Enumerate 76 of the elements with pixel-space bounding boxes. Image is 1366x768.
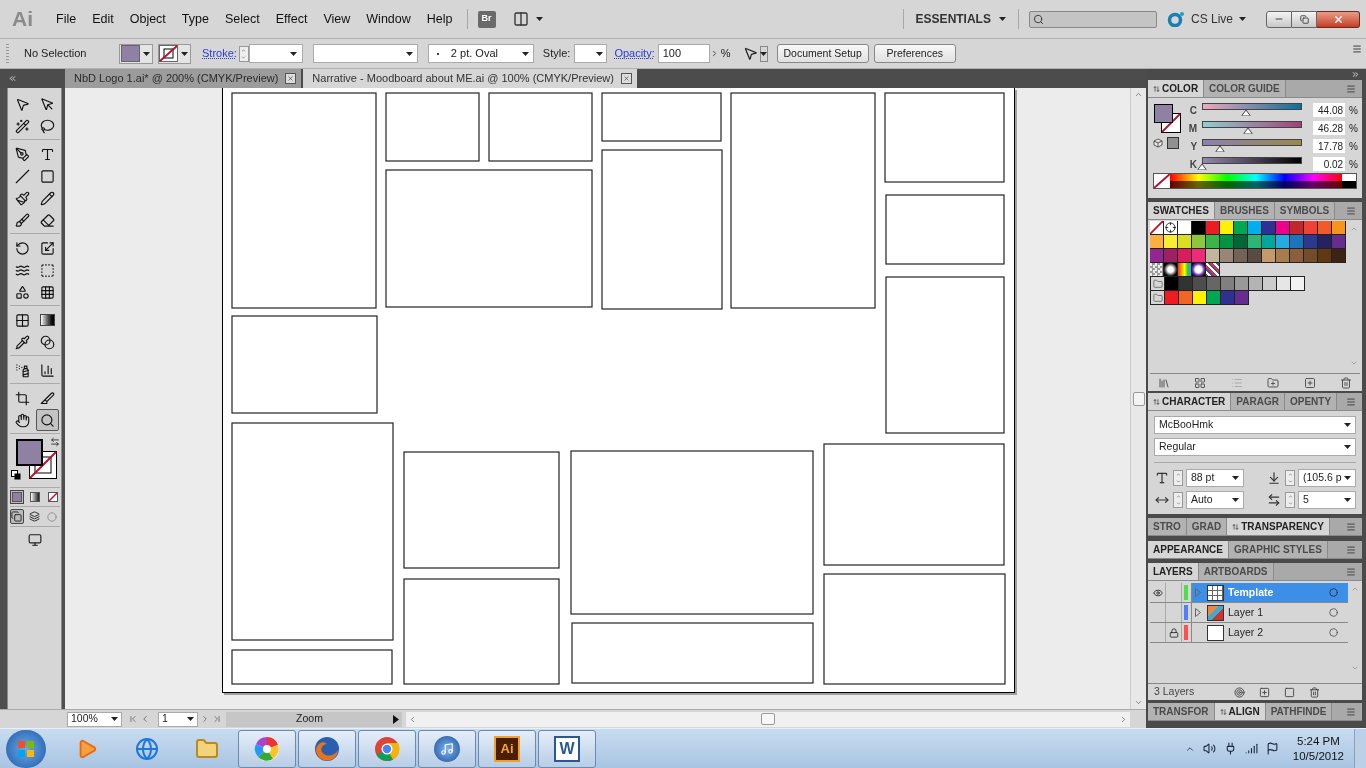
font-style-dropdown[interactable]: Regular [1154, 438, 1356, 456]
document-tab[interactable]: NbD Logo 1.ai* @ 200% (CMYK/Preview) [65, 69, 302, 88]
clock-date: 10/5/2012 [1292, 748, 1344, 764]
document-setup-button[interactable]: Document Setup [776, 44, 869, 63]
layer-name: Layer 1 [1228, 604, 1265, 620]
layer-item[interactable]: Layer 1 [1192, 603, 1348, 622]
brush-dropdown[interactable]: 2 pt. Oval [427, 44, 534, 63]
layer-item[interactable]: Layer 2 [1192, 623, 1348, 642]
opacity-field[interactable]: 100 [657, 44, 710, 63]
menu-item[interactable]: Select [216, 9, 268, 29]
taskbar-button[interactable]: W [538, 729, 596, 768]
channel-value-field[interactable]: 0.02 [1313, 157, 1346, 171]
clock-time: 5:24 PM [1297, 733, 1340, 749]
stroke-link[interactable]: Stroke: [202, 45, 237, 62]
panel-tab[interactable]: BRUSHES [1214, 202, 1275, 219]
cs-live-button[interactable]: CS Live [1166, 10, 1246, 28]
artboard-number-dropdown[interactable]: 1 [158, 711, 198, 727]
taskbar-button[interactable]: Ai [478, 729, 536, 768]
panel-tab[interactable]: APPEARANCE [1148, 541, 1229, 558]
word-app-icon: W [554, 735, 580, 762]
menu-item[interactable]: Edit [84, 9, 122, 29]
panel-tab[interactable]: GRAD [1186, 518, 1228, 535]
channel-label: Y [1189, 139, 1198, 154]
percent-label: % [1349, 121, 1358, 136]
panel-tab[interactable]: COLOR [1148, 80, 1205, 97]
channel-label: C [1188, 103, 1198, 118]
selection-status: No Selection [24, 46, 88, 62]
percent-label: % [1349, 139, 1358, 154]
kerning-field[interactable]: Auto [1186, 491, 1244, 509]
style-label: Style: [542, 46, 571, 62]
workspace-dropdown[interactable]: ESSENTIALS [915, 10, 1006, 28]
channel-value-field[interactable]: 17.78 [1313, 139, 1346, 153]
panel-tab[interactable]: OPENTY [1284, 393, 1338, 410]
font-size-field[interactable]: 88 pt [1186, 469, 1244, 487]
menu-item[interactable]: Object [121, 9, 174, 29]
font-family-dropdown[interactable]: McBooHmk [1154, 416, 1356, 434]
menu-item[interactable]: Window [358, 9, 419, 29]
panel-tab[interactable]: TRANSPARENCY [1227, 518, 1330, 535]
document-tab[interactable]: Narrative - Moodboard about ME.ai @ 100% (CMYK/Preview) [303, 69, 637, 88]
percent-label: % [1349, 157, 1358, 172]
channel-value-field[interactable]: 44.08 [1313, 103, 1346, 117]
layer-count: 3 Layers [1154, 684, 1196, 700]
clock[interactable]: 5:24 PM 10/5/2012 [1292, 733, 1344, 764]
panel-tab[interactable]: PATHFINDE [1265, 703, 1333, 720]
tracking-field[interactable]: 5 [1298, 491, 1356, 509]
panel-tab[interactable]: COLOR GUIDE [1204, 80, 1286, 97]
menu-item[interactable]: View [315, 9, 359, 29]
panel-tab[interactable]: SYMBOLS [1274, 202, 1336, 219]
channel-label: M [1187, 121, 1198, 136]
bridge-button[interactable]: Br [477, 10, 496, 28]
menu-item[interactable]: Effect [267, 9, 316, 29]
menu-item[interactable]: File [48, 9, 85, 29]
percent-label: % [720, 46, 731, 62]
status-field[interactable]: Zoom [226, 711, 402, 727]
preferences-button[interactable]: Preferences [873, 44, 956, 63]
panel-tab[interactable]: TRANSFOR [1148, 703, 1215, 720]
panel-tab[interactable]: STRO [1148, 518, 1187, 535]
channel-value-field[interactable]: 46.28 [1313, 121, 1346, 135]
leading-field[interactable]: (105.6 p [1298, 469, 1356, 487]
panel-tab[interactable]: CHARACTER [1148, 393, 1232, 410]
percent-label: % [1349, 103, 1358, 118]
panel-tab[interactable]: SWATCHES [1148, 202, 1215, 219]
app-logo: Ai [12, 6, 34, 33]
panel-tab[interactable]: ARTBOARDS [1198, 563, 1274, 580]
panel-tab[interactable]: LAYERS [1148, 563, 1199, 580]
panel-tab[interactable]: ALIGN [1214, 703, 1266, 720]
layer-name: Layer 2 [1228, 624, 1265, 640]
illustrator-app-icon: Ai [494, 735, 520, 762]
channel-label: K [1188, 157, 1198, 172]
menu-item[interactable]: Type [173, 9, 217, 29]
menu-item[interactable]: Help [418, 9, 461, 29]
opacity-link[interactable]: Opacity: [614, 45, 655, 62]
layer-name: Template [1228, 584, 1275, 600]
panel-tab[interactable]: GRAPHIC STYLES [1229, 541, 1328, 558]
zoom-level-dropdown[interactable]: 100% [67, 711, 122, 727]
panel-tab[interactable]: PARAGR [1231, 393, 1285, 410]
